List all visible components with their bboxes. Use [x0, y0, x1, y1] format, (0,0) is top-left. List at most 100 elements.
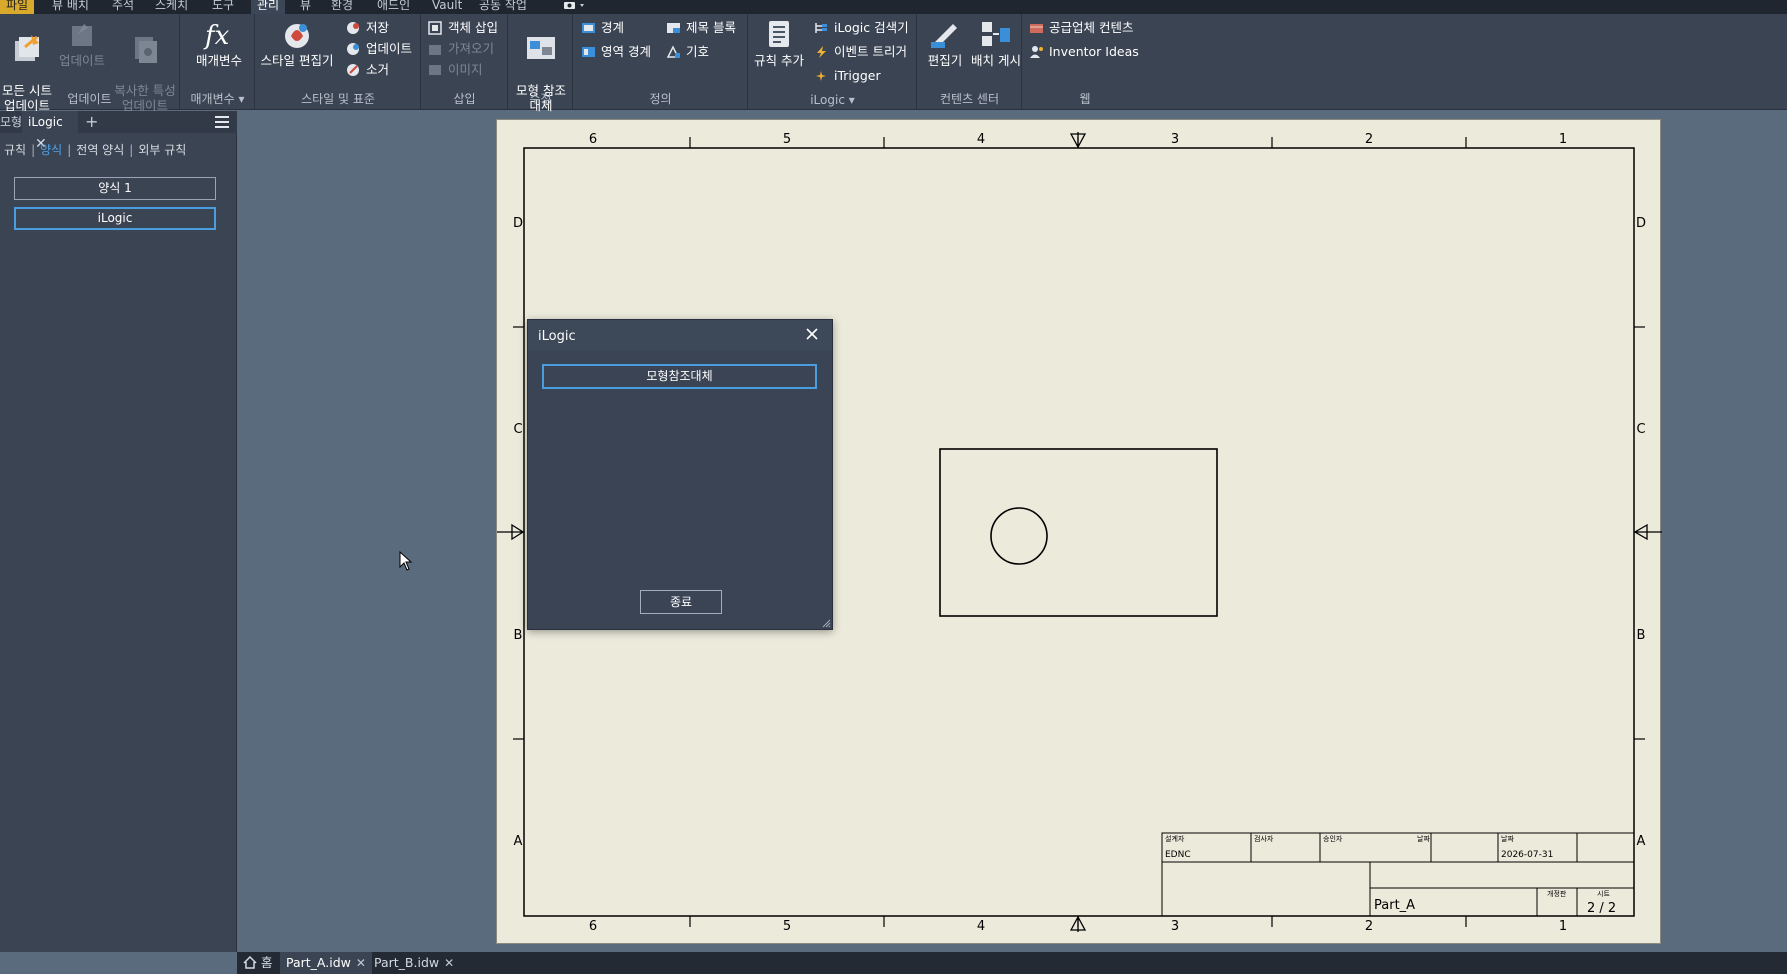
- image-button[interactable]: 이미지: [426, 60, 483, 80]
- col-label-bottom: 4: [977, 919, 985, 934]
- ilogic-browser-button[interactable]: iLogic 검색기: [812, 18, 909, 38]
- content-editor-label: 편집기: [927, 53, 963, 68]
- update-button[interactable]: 업데이트: [56, 18, 108, 68]
- tab-vault[interactable]: Vault: [432, 0, 462, 14]
- document-tab-part-b[interactable]: Part_B.idw ✕: [374, 952, 454, 974]
- group-ilogic-label[interactable]: iLogic ▾: [749, 93, 916, 107]
- sheet-number: 2 / 2: [1587, 901, 1616, 916]
- tab-file[interactable]: 파일: [0, 0, 35, 14]
- col-label-bottom: 5: [783, 919, 791, 934]
- svg-text:fx: fx: [203, 21, 230, 50]
- filter-global-forms[interactable]: 전역 양식: [76, 143, 124, 157]
- camera-dropdown-icon[interactable]: [562, 0, 590, 14]
- tab-addins[interactable]: 애드인: [377, 0, 410, 14]
- dialog-close-button[interactable]: 종료: [640, 590, 722, 614]
- chevron-down-icon: ▾: [238, 92, 245, 106]
- batch-publish-label: 배치 게시: [971, 53, 1021, 68]
- filter-external-rules[interactable]: 외부 규칙: [138, 143, 186, 157]
- style-editor-button[interactable]: 스타일 편집기: [258, 18, 336, 68]
- filter-forms[interactable]: 양식: [40, 143, 62, 157]
- batch-publish-button[interactable]: 배치 게시: [970, 18, 1022, 68]
- drawing-view[interactable]: [939, 448, 1218, 617]
- insert-object-button[interactable]: 객체 삽입: [426, 18, 498, 38]
- home-tab[interactable]: 홈: [243, 952, 273, 974]
- update-sheets-icon: [15, 35, 39, 61]
- import-button[interactable]: 가져오기: [426, 39, 494, 59]
- supplier-content-icon: [1030, 24, 1043, 33]
- approver-caption: 승인자: [1323, 834, 1343, 843]
- add-rule-button[interactable]: 규칙 추가: [751, 18, 807, 68]
- group-parameters-label[interactable]: 매개변수 ▾: [181, 90, 254, 107]
- col-label-bottom: 2: [1365, 919, 1373, 934]
- tab-collaborate[interactable]: 공동 작업: [479, 0, 527, 14]
- inventor-ideas-button[interactable]: Inventor Ideas: [1027, 42, 1139, 62]
- mouse-cursor-icon: [399, 551, 413, 571]
- ilogic-form-dialog: iLogic 모형참조대체 종료: [527, 319, 833, 630]
- tab-manage[interactable]: 관리: [251, 0, 286, 14]
- document-tab-bar: 홈 Part_A.idw ✕ Part_B.idw ✕: [237, 952, 1787, 974]
- tab-sketch[interactable]: 스케치: [155, 0, 188, 14]
- document-tab-part-a[interactable]: Part_A.idw ✕: [280, 952, 372, 974]
- title-block-icon: [667, 23, 680, 33]
- copied-props-icon: [135, 37, 157, 63]
- group-modify-label: 수정: [529, 92, 552, 106]
- col-label-bottom: 6: [589, 919, 597, 934]
- insert-object-icon: [428, 21, 442, 35]
- ribbon-tab-bar: 파일 뷰 배치 주석 스케치 도구 관리 뷰 환경 애드인 Vault 공동 작…: [0, 0, 1787, 14]
- close-icon[interactable]: ✕: [444, 956, 454, 970]
- close-icon[interactable]: [804, 326, 820, 342]
- tab-ilogic[interactable]: iLogic ✕: [22, 111, 78, 152]
- styles-update-button[interactable]: 업데이트: [344, 39, 412, 59]
- tab-model[interactable]: 모형: [0, 111, 22, 133]
- group-styles-label: 스타일 및 표준: [301, 92, 375, 106]
- filter-rules[interactable]: 규칙: [4, 143, 26, 157]
- border-button[interactable]: 경계: [579, 18, 624, 38]
- style-editor-icon: [285, 24, 309, 48]
- home-icon: [243, 955, 257, 969]
- form-button-ilogic[interactable]: iLogic: [14, 207, 216, 230]
- date-caption: 날짜: [1417, 834, 1430, 843]
- ilogic-browser-panel: 모형 iLogic ✕ + 규칙 | 양식 | 전역 양식 | 외부 규칙 양식 1 iLo…: [0, 111, 237, 952]
- col-label-top: 5: [783, 132, 791, 147]
- itrigger-button[interactable]: iTrigger: [812, 66, 881, 86]
- supplier-content-button[interactable]: 공급업체 컨텐츠: [1027, 18, 1133, 38]
- zone-border-button[interactable]: 영역 경계: [579, 42, 651, 62]
- row-label-right: A: [1637, 834, 1646, 849]
- style-editor-label: 스타일 편집기: [260, 53, 334, 68]
- event-triggers-button[interactable]: 이벤트 트리거: [812, 42, 907, 62]
- ilogic-browser-icon: [815, 23, 827, 33]
- form-button-1[interactable]: 양식 1: [14, 177, 216, 200]
- row-label-right: B: [1637, 628, 1646, 643]
- group-content-center: 편집기 배치 게시 컨텐츠 센터: [918, 14, 1022, 110]
- tab-view-layout[interactable]: 뷰 배치: [52, 0, 89, 14]
- col-label-top: 2: [1365, 132, 1373, 147]
- group-web: 공급업체 컨텐츠 Inventor Ideas 웹: [1023, 14, 1147, 110]
- document-tab-label: Part_B.idw: [374, 955, 440, 970]
- symbol-icon: [666, 45, 680, 58]
- document-tab-label: Part_A.idw: [286, 955, 351, 970]
- symbol-button[interactable]: 기호: [664, 42, 709, 62]
- tab-tools[interactable]: 도구: [212, 0, 234, 14]
- parameters-button[interactable]: fx 매개변수: [192, 18, 246, 68]
- tab-ilogic-label: iLogic: [28, 115, 63, 129]
- group-parameters: fx 매개변수 매개변수 ▾: [181, 14, 255, 110]
- replace-model-reference-rule-button[interactable]: 모형참조대체: [542, 364, 817, 389]
- date-value: 2026-07-31: [1501, 850, 1553, 860]
- content-editor-button[interactable]: 편집기: [920, 18, 970, 68]
- part-name: Part_A: [1374, 898, 1415, 913]
- styles-save-button[interactable]: 저장: [344, 18, 389, 38]
- tab-annotate[interactable]: 주석: [112, 0, 134, 14]
- tab-environments[interactable]: 환경: [331, 0, 353, 14]
- close-icon[interactable]: ✕: [356, 956, 366, 970]
- ribbon: 모든 시트 업데이트 업데이트 복사한 특성 업데이트 업데이트 fx 매개변수…: [0, 14, 1787, 113]
- add-tab-plus-icon[interactable]: +: [85, 111, 98, 133]
- title-block-button[interactable]: 제목 블록: [664, 18, 736, 38]
- batch-publish-icon: [982, 22, 1010, 46]
- menu-hamburger-icon[interactable]: [214, 111, 232, 133]
- tab-view[interactable]: 뷰: [300, 0, 311, 14]
- group-ilogic: 규칙 추가 iLogic 검색기 이벤트 트리거 iTrigger iLogic…: [749, 14, 917, 110]
- styles-purge-button[interactable]: 소거: [344, 60, 389, 80]
- resize-grip-icon[interactable]: [821, 618, 831, 628]
- designer-value: EDNC: [1165, 850, 1191, 860]
- col-label-top: 1: [1559, 132, 1567, 147]
